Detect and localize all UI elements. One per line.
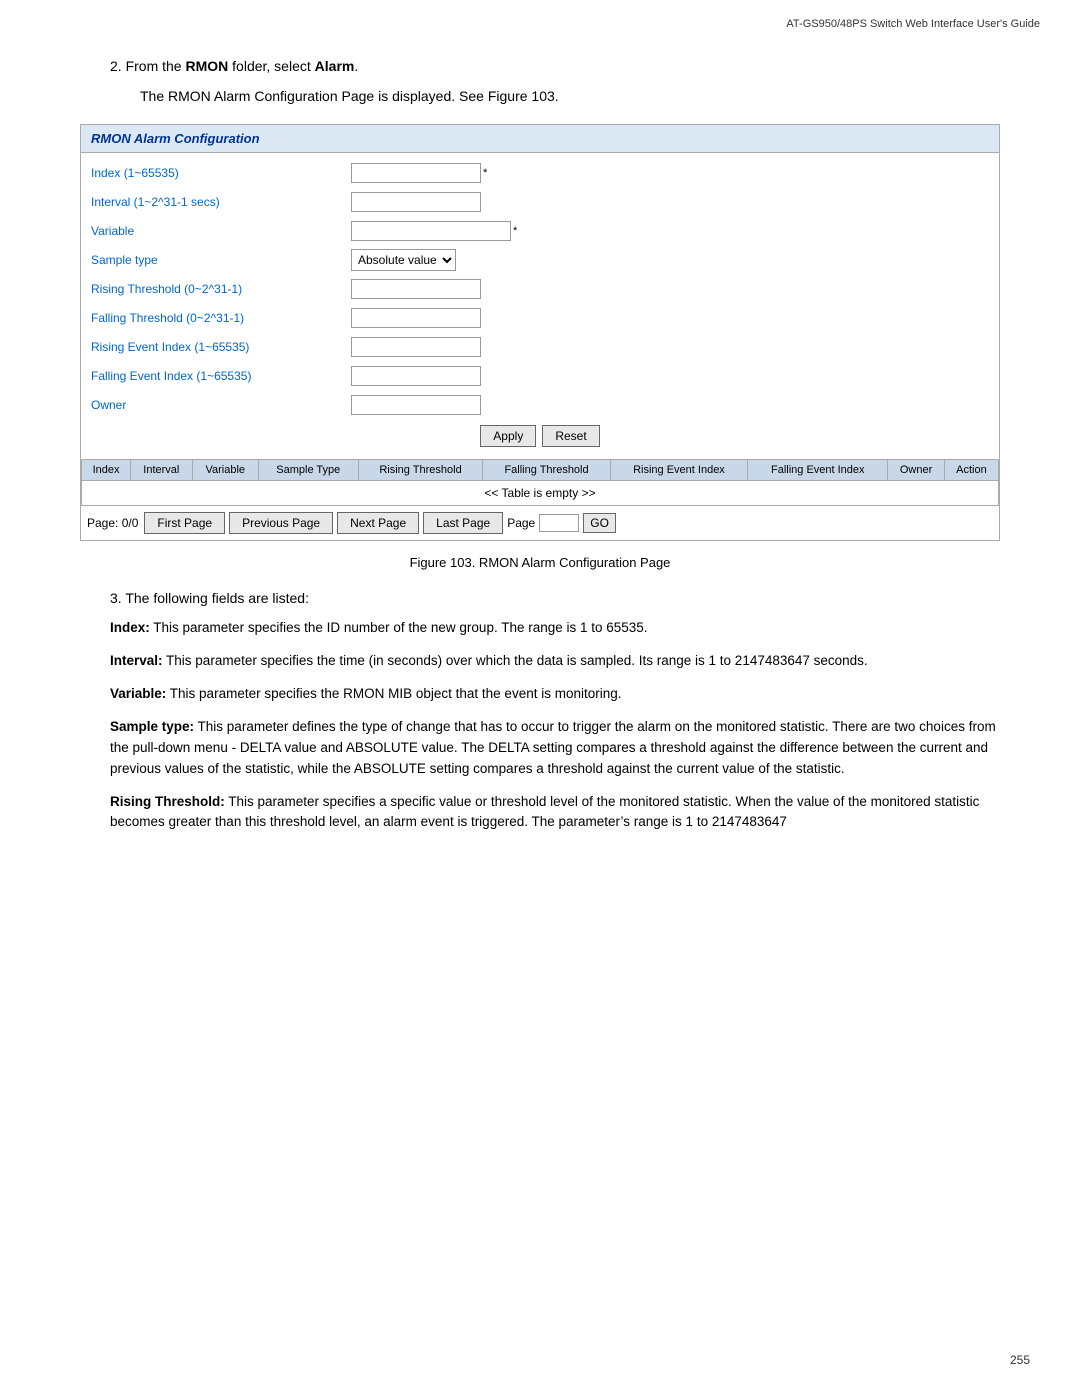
field-desc-variable: Variable: This parameter specifies the R… (80, 684, 1000, 705)
col-interval: Interval (131, 460, 193, 481)
step-2-text: From the (126, 58, 186, 74)
field-desc-index: Index: This parameter specifies the ID n… (80, 618, 1000, 639)
label-rising-threshold: Rising Threshold (0~2^31-1) (91, 282, 351, 296)
last-page-button[interactable]: Last Page (423, 512, 503, 534)
input-falling-event[interactable] (351, 366, 481, 386)
col-owner: Owner (888, 460, 945, 481)
step-2-bold2: Alarm (315, 58, 355, 74)
step-2-bold1: RMON (185, 58, 228, 74)
form-row-variable: Variable * (91, 219, 989, 243)
step-2-intro: 2. From the RMON folder, select Alarm. (80, 58, 1000, 74)
form-row-index: Index (1~65535) * (91, 161, 989, 185)
field-desc-interval: Interval: This parameter specifies the t… (80, 651, 1000, 672)
field-sample-type-bold: Sample type: (110, 719, 194, 734)
input-rising-event[interactable] (351, 337, 481, 357)
table-empty-row: << Table is empty >> (82, 481, 999, 506)
page-input-label: Page (507, 516, 535, 530)
table-header-row: Index Interval Variable Sample Type Risi… (82, 460, 999, 481)
input-rising-threshold[interactable] (351, 279, 481, 299)
sub-paragraph: The RMON Alarm Configuration Page is dis… (80, 88, 1000, 104)
pagination-row: Page: 0/0 First Page Previous Page Next … (81, 506, 999, 540)
step-3-text: The following fields are listed: (125, 590, 309, 606)
input-falling-threshold[interactable] (351, 308, 481, 328)
table-empty-cell: << Table is empty >> (82, 481, 999, 506)
form-row-rising-event: Rising Event Index (1~65535) (91, 335, 989, 359)
field-interval-bold: Interval: (110, 653, 163, 668)
col-variable: Variable (192, 460, 258, 481)
select-sample-type[interactable]: Absolute value Delta value (351, 249, 456, 271)
prev-page-button[interactable]: Previous Page (229, 512, 333, 534)
config-panel: RMON Alarm Configuration Index (1~65535)… (80, 124, 1000, 541)
field-index-text: This parameter specifies the ID number o… (153, 620, 647, 635)
next-page-button[interactable]: Next Page (337, 512, 419, 534)
input-owner[interactable] (351, 395, 481, 415)
field-index-bold: Index: (110, 620, 150, 635)
apply-button[interactable]: Apply (480, 425, 536, 447)
label-index: Index (1~65535) (91, 166, 351, 180)
main-content: 2. From the RMON folder, select Alarm. T… (0, 38, 1080, 885)
step-2-number: 2. (110, 58, 122, 74)
step-2-mid: folder, select (228, 58, 314, 74)
page-label: Page: 0/0 (87, 516, 138, 530)
go-button[interactable]: GO (583, 513, 616, 533)
step-3-number: 3. (110, 590, 122, 606)
input-variable[interactable] (351, 221, 511, 241)
data-table: Index Interval Variable Sample Type Risi… (81, 459, 999, 506)
table-head: Index Interval Variable Sample Type Risi… (82, 460, 999, 481)
button-row: Apply Reset (91, 425, 989, 447)
field-desc-rising-threshold: Rising Threshold: This parameter specifi… (80, 792, 1000, 834)
col-falling-threshold: Falling Threshold (483, 460, 610, 481)
label-interval: Interval (1~2^31-1 secs) (91, 195, 351, 209)
reset-button[interactable]: Reset (542, 425, 599, 447)
form-row-rising-threshold: Rising Threshold (0~2^31-1) (91, 277, 989, 301)
star-index: * (483, 167, 487, 179)
config-body: Index (1~65535) * Interval (1~2^31-1 sec… (81, 153, 999, 459)
label-falling-event: Falling Event Index (1~65535) (91, 369, 351, 383)
col-action: Action (944, 460, 998, 481)
input-index[interactable] (351, 163, 481, 183)
field-rising-threshold-bold: Rising Threshold: (110, 794, 225, 809)
col-sample-type: Sample Type (258, 460, 358, 481)
table-body: << Table is empty >> (82, 481, 999, 506)
field-interval-text: This parameter specifies the time (in se… (166, 653, 868, 668)
select-wrapper-sample: Absolute value Delta value (351, 249, 456, 271)
guide-title: AT-GS950/48PS Switch Web Interface User'… (786, 18, 1040, 30)
label-owner: Owner (91, 398, 351, 412)
col-rising-event-index: Rising Event Index (610, 460, 748, 481)
first-page-button[interactable]: First Page (144, 512, 225, 534)
field-sample-type-text: This parameter defines the type of chang… (110, 719, 996, 776)
field-variable-text: This parameter specifies the RMON MIB ob… (170, 686, 622, 701)
field-desc-sample-type: Sample type: This parameter defines the … (80, 717, 1000, 780)
col-falling-event-index: Falling Event Index (748, 460, 888, 481)
star-variable: * (513, 225, 517, 237)
label-rising-event: Rising Event Index (1~65535) (91, 340, 351, 354)
step-3-header: 3. The following fields are listed: (110, 590, 1000, 606)
step-3-section: 3. The following fields are listed: (80, 590, 1000, 606)
page-number-input[interactable] (539, 514, 579, 532)
page-number: 255 (1010, 1353, 1030, 1367)
label-variable: Variable (91, 224, 351, 238)
form-row-falling-event: Falling Event Index (1~65535) (91, 364, 989, 388)
field-rising-threshold-text: This parameter specifies a specific valu… (110, 794, 979, 830)
form-row-interval: Interval (1~2^31-1 secs) (91, 190, 989, 214)
figure-caption: Figure 103. RMON Alarm Configuration Pag… (80, 555, 1000, 570)
form-row-sample-type: Sample type Absolute value Delta value (91, 248, 989, 272)
input-interval[interactable] (351, 192, 481, 212)
col-rising-threshold: Rising Threshold (358, 460, 483, 481)
form-row-falling-threshold: Falling Threshold (0~2^31-1) (91, 306, 989, 330)
page-header: AT-GS950/48PS Switch Web Interface User'… (0, 0, 1080, 38)
field-variable-bold: Variable: (110, 686, 166, 701)
config-title: RMON Alarm Configuration (81, 125, 999, 153)
label-sample-type: Sample type (91, 253, 351, 267)
form-row-owner: Owner (91, 393, 989, 417)
label-falling-threshold: Falling Threshold (0~2^31-1) (91, 311, 351, 325)
col-index: Index (82, 460, 131, 481)
